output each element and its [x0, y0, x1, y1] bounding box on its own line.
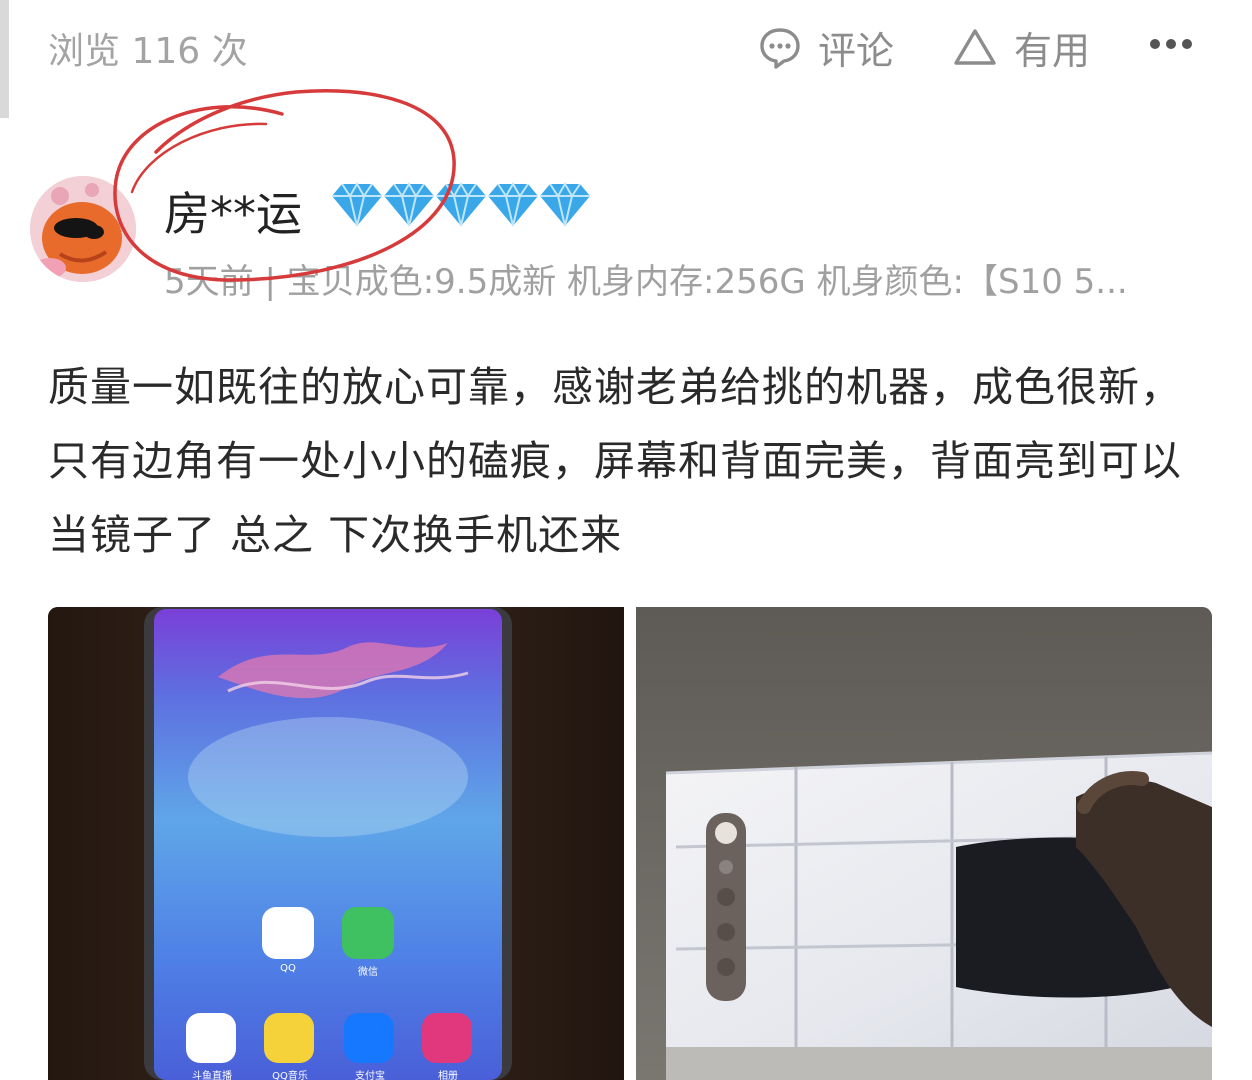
photo-phone-front[interactable]: QQ 微信 斗鱼直播 QQ音乐 支付宝 相册 — [48, 607, 624, 1080]
review-meta: 5天前 | 宝贝成色:9.5成新 机身内存:256G 机身颜色:【S10 5..… — [164, 262, 1128, 302]
photo-phone-back[interactable] — [636, 607, 1212, 1080]
top-action-bar: 浏览 116 次 评论 有用 — [0, 0, 1252, 92]
useful-button[interactable]: 有用 — [952, 20, 1090, 75]
user-avatar[interactable] — [30, 176, 136, 282]
phone-front-illustration — [48, 607, 624, 1080]
app-label-qq: QQ — [280, 963, 296, 974]
view-count: 浏览 116 次 — [48, 31, 248, 72]
app-icon-wechat[interactable] — [342, 907, 394, 959]
diamond-icon — [436, 182, 486, 227]
useful-label: 有用 — [1014, 29, 1091, 73]
app-label-qq-music: QQ音乐 — [272, 1071, 308, 1080]
diamond-icon — [488, 182, 538, 227]
reputation-badges — [328, 180, 590, 230]
app-icon-douyu[interactable] — [186, 1013, 236, 1063]
comment-icon — [760, 27, 800, 69]
username[interactable]: 房**运 — [164, 178, 302, 244]
app-icon-gallery[interactable] — [422, 1013, 472, 1063]
avatar-illustration — [30, 176, 136, 282]
more-dots-icon[interactable] — [1148, 24, 1194, 64]
useful-triangle-icon — [954, 28, 996, 65]
comment-button[interactable]: 评论 — [758, 20, 894, 75]
comment-label: 评论 — [818, 29, 895, 73]
app-icon-alipay[interactable] — [344, 1013, 394, 1063]
diamond-icon — [332, 182, 382, 227]
diamond-icon — [540, 182, 590, 227]
app-icon-qq[interactable] — [262, 907, 314, 959]
app-label-gallery: 相册 — [438, 1071, 458, 1080]
app-label-alipay: 支付宝 — [355, 1071, 385, 1080]
diamond-icon — [384, 182, 434, 227]
review-text: 质量一如既往的放心可靠，感谢老弟给挑的机器，成色很新，只有边角有一处小小的磕痕，… — [48, 363, 1182, 559]
phone-back-illustration — [636, 607, 1212, 1080]
app-label-douyu: 斗鱼直播 — [192, 1071, 232, 1080]
app-icon-qq-music[interactable] — [264, 1013, 314, 1063]
app-label-wechat: 微信 — [358, 967, 378, 978]
